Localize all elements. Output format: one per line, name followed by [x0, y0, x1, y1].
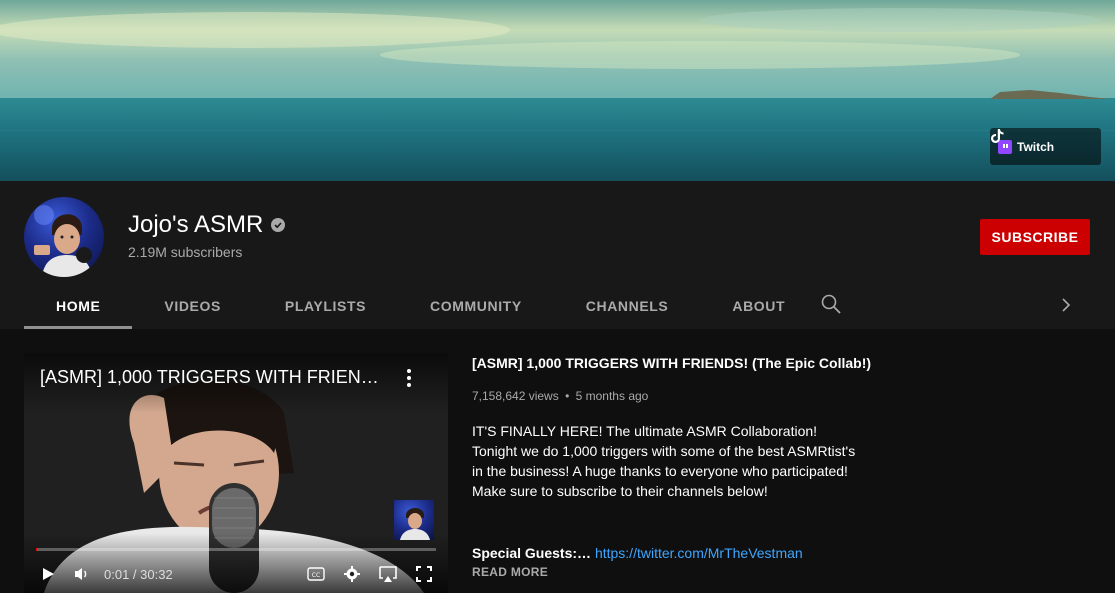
tiktok-icon [991, 129, 1004, 143]
subscribe-button[interactable]: SUBSCRIBE [980, 219, 1090, 255]
featured-video-description: IT'S FINALLY HERE! The ultimate ASMR Col… [472, 423, 856, 499]
featured-video-meta: 7,158,642 views • 5 months ago [472, 389, 872, 403]
avatar-image [34, 205, 92, 277]
subscriber-count: 2.19M subscribers [128, 244, 243, 260]
view-count: 7,158,642 views [472, 389, 559, 403]
featured-video-info: [ASMR] 1,000 TRIGGERS WITH FRIENDS! (The… [472, 353, 872, 579]
airplay-icon[interactable] [376, 562, 400, 586]
upload-age: 5 months ago [575, 389, 649, 403]
tab-community[interactable]: COMMUNITY [398, 283, 554, 329]
tabs-next-chevron-icon[interactable] [1058, 295, 1074, 315]
tab-home[interactable]: HOME [24, 283, 133, 329]
channel-tabs: HOME VIDEOS PLAYLISTS COMMUNITY CHANNELS… [24, 283, 817, 329]
banner-image [0, 0, 1115, 181]
featured-video-player[interactable]: [ASMR] 1,000 TRIGGERS WITH FRIENDS! (The… [24, 353, 448, 593]
player-progress-bar[interactable] [36, 548, 436, 551]
captions-icon[interactable]: CC [304, 562, 328, 586]
special-guests-line: Special Guests:… https://twitter.com/MrT… [472, 545, 803, 561]
verified-icon [271, 218, 286, 232]
read-more-button[interactable]: READ MORE [472, 565, 548, 579]
channel-home-content: [ASMR] 1,000 TRIGGERS WITH FRIENDS! (The… [0, 329, 1115, 593]
tab-about[interactable]: ABOUT [700, 283, 817, 329]
channel-banner: Twitch [0, 0, 1115, 181]
player-progress-fill [36, 548, 37, 551]
channel-avatar[interactable] [24, 197, 104, 277]
featured-video-title[interactable]: [ASMR] 1,000 TRIGGERS WITH FRIENDS! (The… [472, 353, 872, 373]
channel-name[interactable]: Jojo's ASMR [128, 211, 263, 239]
player-time: 0:01 / 30:32 [104, 566, 173, 582]
meta-separator: • [565, 389, 570, 403]
tab-videos[interactable]: VIDEOS [132, 283, 253, 329]
channel-watermark-avatar[interactable] [394, 500, 434, 540]
channel-header: Jojo's ASMR 2.19M subscribers SUBSCRIBE … [0, 181, 1115, 329]
player-controls: 0:01 / 30:32 CC [36, 561, 436, 587]
channel-search-icon[interactable] [820, 293, 842, 315]
channel-name-row: Jojo's ASMR [128, 211, 286, 239]
player-more-icon[interactable] [402, 367, 416, 389]
tab-channels[interactable]: CHANNELS [554, 283, 701, 329]
tab-playlists[interactable]: PLAYLISTS [253, 283, 398, 329]
volume-icon[interactable] [70, 562, 94, 586]
player-controls-right: CC [304, 562, 436, 586]
svg-text:CC: CC [312, 572, 320, 579]
special-guests-link[interactable]: https://twitter.com/MrTheVestman [595, 545, 803, 561]
banner-links: Twitch [990, 128, 1101, 165]
special-guests-label: Special Guests:… [472, 545, 592, 561]
settings-gear-icon[interactable] [340, 562, 364, 586]
fullscreen-icon[interactable] [412, 562, 436, 586]
player-title[interactable]: [ASMR] 1,000 TRIGGERS WITH FRIENDS! (The… [40, 367, 390, 388]
play-icon[interactable] [36, 562, 60, 586]
twitch-label: Twitch [1017, 139, 1055, 154]
tiktok-link[interactable] [991, 129, 1093, 157]
twitch-link[interactable]: Twitch [998, 139, 1055, 154]
